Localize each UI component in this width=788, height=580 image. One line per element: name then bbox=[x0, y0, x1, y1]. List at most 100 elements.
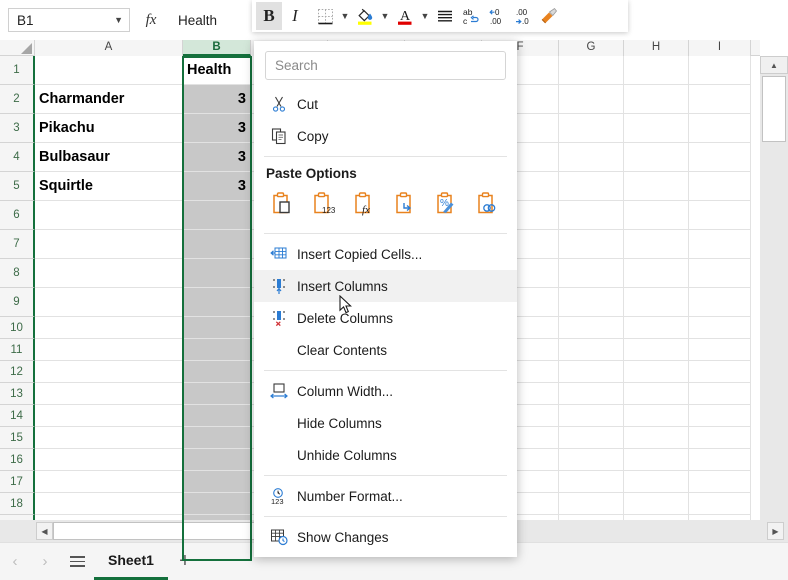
row-header-5[interactable]: 5 bbox=[0, 172, 35, 201]
column-header-b[interactable]: B bbox=[183, 40, 251, 56]
name-box[interactable]: B1 ▼ bbox=[8, 8, 130, 32]
cell-I5[interactable] bbox=[689, 172, 751, 201]
cell-A8[interactable] bbox=[35, 259, 183, 288]
cell-G9[interactable] bbox=[559, 288, 624, 317]
cell-A4[interactable]: Bulbasaur bbox=[35, 143, 183, 172]
cell-B9[interactable] bbox=[183, 288, 251, 317]
column-header-g[interactable]: G bbox=[559, 40, 624, 56]
cell-I17[interactable] bbox=[689, 471, 751, 493]
paste-values-icon[interactable]: 123 bbox=[305, 187, 344, 221]
menu-item-show-changes[interactable]: Show Changes bbox=[254, 521, 517, 553]
cell-A12[interactable] bbox=[35, 361, 183, 383]
cell-I15[interactable] bbox=[689, 427, 751, 449]
vertical-scrollbar[interactable]: ▲ ▼ bbox=[760, 56, 788, 542]
fill-color-chevron-icon[interactable]: ▼ bbox=[378, 11, 392, 21]
italic-button[interactable]: I bbox=[282, 2, 308, 30]
paste-formatting-icon[interactable]: % bbox=[427, 187, 466, 221]
scroll-left-icon[interactable]: ◀ bbox=[36, 522, 53, 540]
row-header-10[interactable]: 10 bbox=[0, 317, 35, 339]
cell-G15[interactable] bbox=[559, 427, 624, 449]
cell-G13[interactable] bbox=[559, 383, 624, 405]
cell-H2[interactable] bbox=[624, 85, 689, 114]
font-color-chevron-icon[interactable]: ▼ bbox=[418, 11, 432, 21]
row-header-12[interactable]: 12 bbox=[0, 361, 35, 383]
cell-G17[interactable] bbox=[559, 471, 624, 493]
cell-G12[interactable] bbox=[559, 361, 624, 383]
column-header-h[interactable]: H bbox=[624, 40, 689, 56]
cell-G4[interactable] bbox=[559, 143, 624, 172]
cell-G6[interactable] bbox=[559, 201, 624, 230]
cell-B10[interactable] bbox=[183, 317, 251, 339]
cell-H16[interactable] bbox=[624, 449, 689, 471]
cell-B17[interactable] bbox=[183, 471, 251, 493]
cell-H1[interactable] bbox=[624, 56, 689, 85]
next-sheet-icon[interactable]: › bbox=[30, 553, 60, 570]
menu-item-insert-copied-cells[interactable]: Insert Copied Cells... bbox=[254, 238, 517, 270]
cell-A2[interactable]: Charmander bbox=[35, 85, 183, 114]
cell-B14[interactable] bbox=[183, 405, 251, 427]
cell-B3[interactable]: 3 bbox=[183, 114, 251, 143]
cell-B5[interactable]: 3 bbox=[183, 172, 251, 201]
cell-A14[interactable] bbox=[35, 405, 183, 427]
font-color-icon[interactable]: A bbox=[392, 2, 418, 30]
cell-A11[interactable] bbox=[35, 339, 183, 361]
menu-item-clear-contents[interactable]: Clear Contents bbox=[254, 334, 517, 366]
fill-color-icon[interactable] bbox=[352, 2, 378, 30]
cell-A1[interactable] bbox=[35, 56, 183, 85]
cell-A10[interactable] bbox=[35, 317, 183, 339]
cell-I13[interactable] bbox=[689, 383, 751, 405]
cell-A5[interactable]: Squirtle bbox=[35, 172, 183, 201]
scroll-up-icon[interactable]: ▲ bbox=[760, 56, 788, 74]
cell-G3[interactable] bbox=[559, 114, 624, 143]
row-header-15[interactable]: 15 bbox=[0, 427, 35, 449]
cell-H12[interactable] bbox=[624, 361, 689, 383]
cell-I10[interactable] bbox=[689, 317, 751, 339]
menu-item-hide-columns[interactable]: Hide Columns bbox=[254, 407, 517, 439]
row-header-6[interactable]: 6 bbox=[0, 201, 35, 230]
align-icon[interactable] bbox=[432, 2, 458, 30]
cell-I16[interactable] bbox=[689, 449, 751, 471]
cell-B8[interactable] bbox=[183, 259, 251, 288]
cell-H18[interactable] bbox=[624, 493, 689, 515]
cell-B13[interactable] bbox=[183, 383, 251, 405]
menu-item-cut[interactable]: Cut bbox=[254, 88, 517, 120]
select-all-corner[interactable] bbox=[0, 40, 35, 56]
cell-A6[interactable] bbox=[35, 201, 183, 230]
cell-H10[interactable] bbox=[624, 317, 689, 339]
cell-H8[interactable] bbox=[624, 259, 689, 288]
vertical-scroll-thumb[interactable] bbox=[762, 76, 786, 142]
paste-formulas-icon[interactable]: fx bbox=[346, 187, 385, 221]
cell-B16[interactable] bbox=[183, 449, 251, 471]
cell-H4[interactable] bbox=[624, 143, 689, 172]
cell-G18[interactable] bbox=[559, 493, 624, 515]
menu-item-column-width[interactable]: Column Width... bbox=[254, 375, 517, 407]
search-input[interactable] bbox=[265, 51, 506, 80]
cell-H17[interactable] bbox=[624, 471, 689, 493]
row-header-2[interactable]: 2 bbox=[0, 85, 35, 114]
cell-G1[interactable] bbox=[559, 56, 624, 85]
cell-B1[interactable]: Health bbox=[183, 56, 251, 85]
cell-H15[interactable] bbox=[624, 427, 689, 449]
cell-A18[interactable] bbox=[35, 493, 183, 515]
cell-H14[interactable] bbox=[624, 405, 689, 427]
cell-B11[interactable] bbox=[183, 339, 251, 361]
cell-A3[interactable]: Pikachu bbox=[35, 114, 183, 143]
cell-B2[interactable]: 3 bbox=[183, 85, 251, 114]
menu-item-unhide-columns[interactable]: Unhide Columns bbox=[254, 439, 517, 471]
bold-button[interactable]: B bbox=[256, 2, 282, 30]
paste-transpose-icon[interactable] bbox=[386, 187, 425, 221]
row-header-3[interactable]: 3 bbox=[0, 114, 35, 143]
cell-B4[interactable]: 3 bbox=[183, 143, 251, 172]
cell-I4[interactable] bbox=[689, 143, 751, 172]
paste-icon[interactable] bbox=[264, 187, 303, 221]
menu-item-copy[interactable]: Copy bbox=[254, 120, 517, 152]
cell-G5[interactable] bbox=[559, 172, 624, 201]
cell-I14[interactable] bbox=[689, 405, 751, 427]
cell-I7[interactable] bbox=[689, 230, 751, 259]
format-painter-icon[interactable] bbox=[536, 2, 562, 30]
cell-A15[interactable] bbox=[35, 427, 183, 449]
increase-decimal-icon[interactable]: .00 .0 bbox=[510, 2, 536, 30]
wrap-text-icon[interactable]: ab c bbox=[458, 2, 484, 30]
cell-I11[interactable] bbox=[689, 339, 751, 361]
previous-sheet-icon[interactable]: ‹ bbox=[0, 553, 30, 570]
